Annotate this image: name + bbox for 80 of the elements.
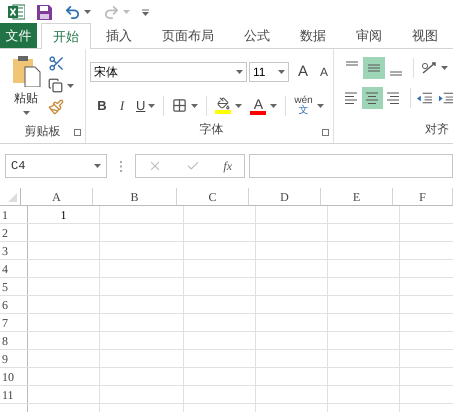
decrease-indent-icon[interactable]	[416, 91, 432, 105]
copy-icon[interactable]	[48, 78, 63, 93]
caret-icon[interactable]	[22, 111, 30, 115]
dialog-launcher-icon[interactable]	[322, 129, 329, 136]
file-tab[interactable]: 文件	[0, 23, 37, 48]
caret-icon[interactable]	[278, 70, 285, 74]
caret-icon[interactable]	[67, 84, 74, 88]
column-header[interactable]: A	[21, 188, 93, 205]
row-header[interactable]: 9	[0, 350, 28, 367]
group-label: 字体	[200, 121, 224, 138]
borders-icon[interactable]	[172, 98, 188, 113]
spreadsheet-app-icon	[8, 4, 25, 20]
ribbon-tab[interactable]: 插入	[95, 23, 143, 48]
caret-icon[interactable]	[148, 104, 156, 108]
row-header[interactable]: 7	[0, 314, 28, 331]
phonetic-text[interactable]: wén	[294, 96, 313, 106]
column-header[interactable]: D	[249, 188, 321, 205]
row-header[interactable]: 1	[0, 206, 28, 223]
formula-field[interactable]	[249, 154, 453, 178]
ribbon-tab[interactable]: 数据	[289, 23, 337, 48]
row-header[interactable]: 6	[0, 296, 28, 313]
format-painter-icon[interactable]	[48, 99, 64, 115]
row-header[interactable]: 8	[0, 332, 28, 349]
horizontal-align-button[interactable]	[362, 87, 383, 109]
increase-indent-icon[interactable]	[438, 91, 453, 105]
caret-icon[interactable]	[236, 70, 243, 74]
text-orientation-icon[interactable]	[420, 60, 438, 76]
ribbon-tab[interactable]: 公式	[233, 23, 281, 48]
caret-icon[interactable]	[84, 10, 91, 14]
font-color-button[interactable]: A	[254, 96, 264, 110]
dialog-launcher-icon[interactable]	[74, 129, 81, 136]
insert-function-button[interactable]: fx	[223, 157, 232, 175]
font-color-bar	[250, 110, 266, 114]
bold-button[interactable]: B	[96, 96, 108, 116]
vertical-align-button[interactable]	[363, 57, 385, 79]
name-box[interactable]: C4	[5, 154, 107, 178]
align-lines-icon	[368, 64, 380, 72]
row-header[interactable]: 11	[0, 386, 28, 403]
align-lines-icon	[345, 92, 358, 104]
ribbon-tab[interactable]: 审阅	[345, 23, 393, 48]
cut-icon[interactable]	[48, 55, 65, 72]
ribbon-tab[interactable]: 开始	[41, 23, 91, 49]
row-header[interactable]: 3	[0, 242, 28, 259]
caret-icon[interactable]	[270, 104, 278, 108]
ribbon-tab[interactable]: 视图	[401, 23, 449, 48]
customize-icon[interactable]	[142, 8, 149, 16]
row-header[interactable]: 5	[0, 278, 28, 295]
align-lines-icon	[387, 92, 400, 104]
paste-button[interactable]: 粘贴	[10, 55, 42, 119]
align-lines-icon	[366, 92, 378, 104]
row-header[interactable]: 2	[0, 224, 28, 241]
undo-icon[interactable]	[64, 4, 81, 20]
underline-button[interactable]: U	[136, 96, 146, 116]
row-header[interactable]: 4	[0, 260, 28, 277]
font-name-field[interactable]: 宋体	[90, 62, 247, 82]
clipboard-icon	[11, 55, 41, 87]
caret-icon[interactable]	[441, 66, 448, 70]
shrink-font-button[interactable]: A	[315, 63, 333, 82]
cell-value: 1	[60, 206, 66, 224]
grow-font-button[interactable]: A	[293, 61, 313, 84]
group-label: 剪贴板	[24, 123, 60, 140]
fill-color-bar	[215, 110, 232, 114]
caret-icon[interactable]	[235, 104, 242, 108]
row-header[interactable]: 10	[0, 368, 28, 385]
italic-button[interactable]: I	[116, 96, 128, 116]
save-icon[interactable]	[37, 4, 52, 20]
column-header[interactable]: F	[393, 188, 453, 205]
caret-icon[interactable]	[94, 164, 101, 168]
column-header[interactable]: C	[177, 188, 249, 205]
font-size-field[interactable]: 11	[249, 62, 289, 82]
phonetic-character[interactable]: 文	[298, 106, 309, 116]
caret-icon[interactable]	[191, 104, 198, 108]
caret-icon[interactable]	[316, 104, 324, 108]
column-header[interactable]: E	[321, 188, 393, 205]
fill-bucket-icon[interactable]	[216, 97, 230, 110]
align-lines-icon	[390, 71, 402, 76]
group-label: 对齐	[425, 121, 449, 138]
align-lines-icon	[346, 61, 358, 66]
ribbon-tab[interactable]: 页面布局	[151, 23, 225, 48]
column-header[interactable]: B	[93, 188, 177, 205]
